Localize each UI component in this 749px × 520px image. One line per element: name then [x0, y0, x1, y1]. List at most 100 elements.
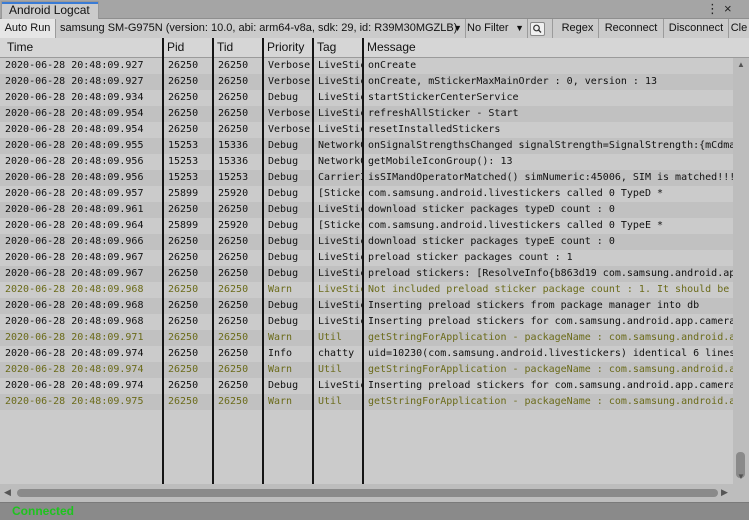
- cell-pid: 26250: [168, 252, 199, 263]
- cell-message: download sticker packages typeE count : …: [368, 236, 615, 247]
- cell-tag: LiveSticker: [318, 268, 363, 279]
- column-pid[interactable]: Pid: [163, 38, 213, 57]
- table-row[interactable]: 2020-06-28 20:48:09.974 26250 26250 Warn Uti…: [0, 362, 733, 378]
- cell-tag: Util: [318, 396, 343, 407]
- cell-tid: 26250: [218, 204, 249, 215]
- cell-pid: 26250: [168, 60, 199, 71]
- horizontal-scrollbar[interactable]: ◀ ▶: [0, 484, 733, 502]
- cell-pid: 26250: [168, 204, 199, 215]
- cell-time: 2020-06-28 20:48:09.974: [5, 380, 144, 391]
- cell-pid: 15253: [168, 156, 199, 167]
- cell-pid: 26250: [168, 380, 199, 391]
- log-table[interactable]: 2020-06-28 20:48:09.927 26250 26250 Verbose…: [0, 58, 733, 484]
- tab-android-logcat[interactable]: Android Logcat: [1, 1, 99, 19]
- clear-button[interactable]: Cle: [729, 19, 749, 38]
- cell-message: getStringForApplication - packageName : …: [368, 364, 733, 375]
- cell-time: 2020-06-28 20:48:09.968: [5, 316, 144, 327]
- vertical-scrollbar[interactable]: ▲ ▼: [733, 58, 749, 484]
- cell-time: 2020-06-28 20:48:09.967: [5, 268, 144, 279]
- table-row[interactable]: 2020-06-28 20:48:09.954 26250 26250 Verbose…: [0, 106, 733, 122]
- reconnect-button[interactable]: Reconnect: [599, 19, 664, 38]
- scroll-down-icon[interactable]: ▼: [737, 472, 745, 481]
- column-divider[interactable]: [262, 38, 264, 484]
- auto-run-toggle[interactable]: Auto Run: [0, 19, 56, 38]
- cell-message: refreshAllSticker - Start: [368, 108, 519, 119]
- cell-tag: LiveSticker: [318, 76, 363, 87]
- table-row[interactable]: 2020-06-28 20:48:09.954 26250 26250 Verbose…: [0, 122, 733, 138]
- cell-tag: LiveSticker: [318, 380, 363, 391]
- cell-pid: 26250: [168, 284, 199, 295]
- close-icon[interactable]: ×: [724, 1, 732, 17]
- table-row[interactable]: 2020-06-28 20:48:09.974 26250 26250 Debug Li…: [0, 378, 733, 394]
- cell-time: 2020-06-28 20:48:09.927: [5, 76, 144, 87]
- cell-priority: Verbose: [268, 124, 311, 135]
- search-field[interactable]: [524, 19, 553, 38]
- table-row[interactable]: 2020-06-28 20:48:09.955 15253 15336 Debug Ne…: [0, 138, 733, 154]
- cell-priority: Warn: [268, 284, 293, 295]
- table-row[interactable]: 2020-06-28 20:48:09.927 26250 26250 Verbose…: [0, 58, 733, 74]
- disconnect-button[interactable]: Disconnect: [664, 19, 729, 38]
- cell-tag: LiveSticker: [318, 124, 363, 135]
- search-icon[interactable]: [530, 22, 545, 36]
- cell-message: Inserting preload stickers from package …: [368, 300, 700, 311]
- filter-dropdown[interactable]: No Filter ▼: [463, 19, 528, 38]
- table-row[interactable]: 2020-06-28 20:48:09.966 26250 26250 Debug Li…: [0, 234, 733, 250]
- regex-toggle[interactable]: Regex: [557, 19, 599, 38]
- cell-priority: Warn: [268, 364, 293, 375]
- table-row[interactable]: 2020-06-28 20:48:09.967 26250 26250 Debug Li…: [0, 250, 733, 266]
- cell-tid: 15336: [218, 140, 249, 151]
- cell-time: 2020-06-28 20:48:09.961: [5, 204, 144, 215]
- device-label: samsung SM-G975N (version: 10.0, abi: ar…: [60, 22, 458, 34]
- cell-tag: Util: [318, 364, 343, 375]
- table-row[interactable]: 2020-06-28 20:48:09.974 26250 26250 Info cha…: [0, 346, 733, 362]
- window-menu-icon[interactable]: ⋮: [706, 1, 719, 17]
- table-row[interactable]: 2020-06-28 20:48:09.975 26250 26250 Warn Uti…: [0, 394, 733, 410]
- cell-message: onCreate, mStickerMaxMainOrder : 0, vers…: [368, 76, 657, 87]
- cell-tag: chatty: [318, 348, 355, 359]
- cell-priority: Debug: [268, 380, 299, 391]
- cell-priority: Debug: [268, 188, 299, 199]
- scroll-up-icon[interactable]: ▲: [737, 60, 745, 69]
- cell-priority: Debug: [268, 220, 299, 231]
- column-divider[interactable]: [162, 38, 164, 484]
- column-priority[interactable]: Priority: [263, 38, 313, 57]
- cell-tag: LiveSticker: [318, 252, 363, 263]
- scroll-right-icon[interactable]: ▶: [721, 487, 728, 498]
- cell-tid: 15336: [218, 156, 249, 167]
- horizontal-scroll-thumb[interactable]: [17, 489, 718, 497]
- cell-time: 2020-06-28 20:48:09.934: [5, 92, 144, 103]
- table-row[interactable]: 2020-06-28 20:48:09.956 15253 15253 Debug Ca…: [0, 170, 733, 186]
- cell-message: onSignalStrengthsChanged signalStrength=…: [368, 140, 733, 151]
- table-row[interactable]: 2020-06-28 20:48:09.968 26250 26250 Debug Li…: [0, 314, 733, 330]
- table-row[interactable]: 2020-06-28 20:48:09.957 25899 25920 Debug [S…: [0, 186, 733, 202]
- cell-message: Not included preload sticker package cou…: [368, 284, 730, 295]
- cell-time: 2020-06-28 20:48:09.955: [5, 140, 144, 151]
- cell-tag: LiveSticker: [318, 316, 363, 327]
- column-divider[interactable]: [212, 38, 214, 484]
- table-row[interactable]: 2020-06-28 20:48:09.967 26250 26250 Debug Li…: [0, 266, 733, 282]
- table-row[interactable]: 2020-06-28 20:48:09.968 26250 26250 Debug Li…: [0, 298, 733, 314]
- cell-pid: 26250: [168, 364, 199, 375]
- cell-pid: 15253: [168, 172, 199, 183]
- scroll-left-icon[interactable]: ◀: [4, 487, 11, 498]
- column-tag[interactable]: Tag: [313, 38, 363, 57]
- table-row[interactable]: 2020-06-28 20:48:09.956 15253 15336 Debug Ne…: [0, 154, 733, 170]
- column-divider[interactable]: [312, 38, 314, 484]
- column-time[interactable]: Time: [3, 38, 163, 57]
- table-row[interactable]: 2020-06-28 20:48:09.968 26250 26250 Warn Liv…: [0, 282, 733, 298]
- cell-pid: 26250: [168, 300, 199, 311]
- cell-priority: Debug: [268, 236, 299, 247]
- column-message[interactable]: Message: [363, 38, 749, 57]
- cell-time: 2020-06-28 20:48:09.954: [5, 124, 144, 135]
- device-dropdown[interactable]: samsung SM-G975N (version: 10.0, abi: ar…: [56, 19, 466, 38]
- column-divider[interactable]: [362, 38, 364, 484]
- table-row[interactable]: 2020-06-28 20:48:09.934 26250 26250 Debug Li…: [0, 90, 733, 106]
- table-row[interactable]: 2020-06-28 20:48:09.964 25899 25920 Debug [S…: [0, 218, 733, 234]
- table-row[interactable]: 2020-06-28 20:48:09.961 26250 26250 Debug Li…: [0, 202, 733, 218]
- filter-label: No Filter: [467, 22, 509, 34]
- table-row[interactable]: 2020-06-28 20:48:09.927 26250 26250 Verbose…: [0, 74, 733, 90]
- table-row[interactable]: 2020-06-28 20:48:09.971 26250 26250 Warn Uti…: [0, 330, 733, 346]
- cell-pid: 26250: [168, 76, 199, 87]
- column-tid[interactable]: Tid: [213, 38, 263, 57]
- cell-message: startStickerCenterService: [368, 92, 519, 103]
